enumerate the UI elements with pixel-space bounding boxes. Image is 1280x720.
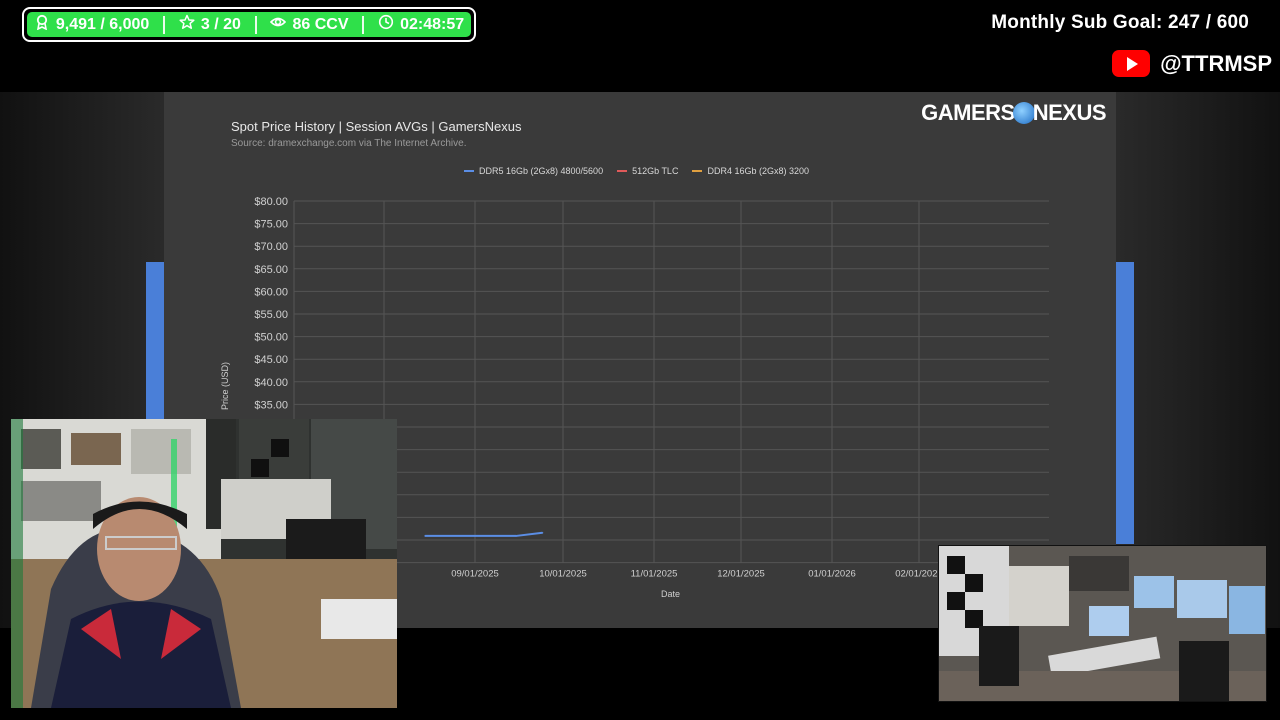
uptime-timer: 02:48:57 — [400, 15, 465, 33]
series-line — [425, 531, 543, 537]
goals-stat: 3 / 20 — [179, 14, 241, 35]
followers-count: 9,491 / 6,000 — [55, 15, 150, 33]
followers-stat: 9,491 / 6,000 — [34, 14, 149, 35]
x-tick-label: 02/01/2026 — [895, 569, 943, 580]
clock-icon — [378, 14, 394, 35]
y-tick-label: $50.00 — [254, 332, 288, 344]
webcam-room — [938, 545, 1267, 702]
uptime-stat: 02:48:57 — [378, 14, 464, 35]
x-tick-label: 09/01/2025 — [451, 569, 499, 580]
stream-stats-bar: 9,491 / 6,000 3 / 20 86 CCV 02:48:57 — [22, 7, 476, 42]
y-tick-label: $60.00 — [254, 286, 288, 298]
x-tick-label: 01/01/2026 — [808, 569, 856, 580]
stat-divider — [163, 15, 166, 34]
viewers-stat: 86 CCV — [270, 14, 349, 35]
x-tick-label: 11/01/2025 — [631, 569, 678, 580]
y-tick-label: $70.00 — [254, 241, 288, 253]
series-point — [515, 535, 517, 537]
channel-badge: @TTRMSP — [1112, 50, 1272, 77]
award-icon — [34, 14, 50, 35]
x-tick-label: 10/01/2025 — [539, 569, 587, 580]
webcam-streamer — [11, 419, 397, 708]
stat-divider — [254, 15, 257, 34]
series-point — [474, 535, 476, 537]
y-tick-label: $55.00 — [254, 309, 288, 321]
stream-stats-inner: 9,491 / 6,000 3 / 20 86 CCV 02:48:57 — [27, 12, 471, 37]
star-icon — [179, 14, 195, 35]
monthly-sub-goal: Monthly Sub Goal: 247 / 600 — [991, 12, 1249, 33]
y-axis-label: Price (USD) — [220, 361, 230, 410]
y-tick-label: $45.00 — [254, 354, 288, 366]
channel-handle: @TTRMSP — [1160, 50, 1272, 76]
eye-icon — [270, 14, 287, 35]
y-tick-label: $35.00 — [254, 399, 288, 411]
x-axis-label: Date — [661, 589, 681, 599]
series-point — [541, 531, 544, 534]
youtube-icon — [1112, 50, 1151, 77]
viewers-count: 86 CCV — [292, 15, 349, 33]
goals-count: 3 / 20 — [200, 15, 241, 33]
stat-divider — [362, 15, 365, 34]
y-tick-label: $65.00 — [254, 264, 288, 276]
y-tick-label: $40.00 — [254, 377, 288, 389]
y-tick-label: $75.00 — [254, 219, 288, 231]
x-tick-label: 12/01/2025 — [717, 569, 765, 580]
right-accent-strip — [1116, 262, 1134, 544]
series-point — [424, 535, 426, 537]
y-tick-label: $80.00 — [254, 196, 288, 208]
